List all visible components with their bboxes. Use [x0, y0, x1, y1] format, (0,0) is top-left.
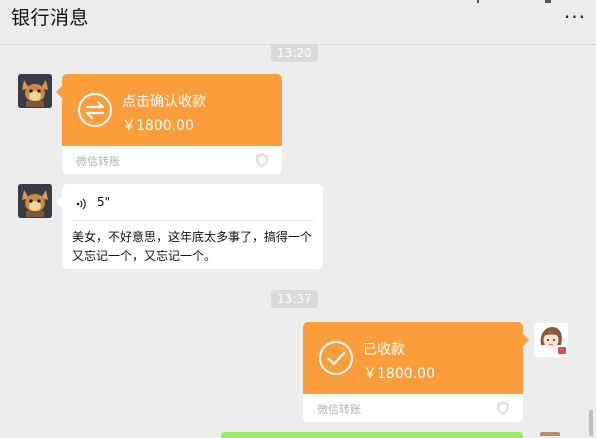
status-mark	[477, 0, 479, 3]
shield-icon	[256, 153, 268, 167]
contact-avatar[interactable]	[18, 74, 52, 108]
transfer-amount: ￥1800.00	[363, 366, 435, 382]
voice-duration: 5"	[97, 195, 111, 209]
my-avatar[interactable]	[533, 322, 569, 358]
transfer-card-pending[interactable]: 点击确认收款 ￥1800.00 微信转账	[62, 74, 282, 174]
status-mark	[545, 0, 551, 3]
transfer-card-body[interactable]: 点击确认收款 ￥1800.00	[62, 74, 282, 146]
transfer-arrows-icon	[78, 93, 112, 127]
chat-header: 银行消息 ···	[0, 0, 596, 45]
chat-title: 银行消息	[11, 7, 90, 29]
message-bubble[interactable]: 5" 美女，不好意思，这年底太多事了，搞得一个又忘记一个，又忘记一个。	[62, 184, 323, 269]
transfer-card-received[interactable]: 已收款 ￥1800.00 微信转账	[303, 322, 523, 422]
scrollbar[interactable]	[589, 410, 593, 436]
girl-avatar-icon	[534, 323, 568, 357]
transfer-status-label: 已收款	[363, 342, 405, 358]
more-options-icon[interactable]: ···	[564, 7, 586, 27]
check-circle-icon	[319, 341, 353, 375]
cat-avatar-icon	[18, 74, 52, 108]
contact-avatar[interactable]	[18, 184, 52, 218]
cat-avatar-icon	[18, 184, 52, 218]
divider	[72, 220, 313, 221]
message-text: 美女，不好意思，这年底太多事了，搞得一个又忘记一个，又忘记一个。	[72, 230, 313, 263]
message-bubble-partial[interactable]	[221, 432, 523, 438]
shield-icon	[497, 401, 509, 415]
timestamp: 13:20	[271, 44, 318, 62]
transfer-card-footer: 微信转账	[62, 146, 282, 174]
transfer-card-footer: 微信转账	[303, 394, 523, 422]
bubble-tail	[523, 334, 529, 346]
transfer-footer-label: 微信转账	[317, 403, 361, 416]
voice-wave-icon	[76, 198, 86, 210]
transfer-amount: ￥1800.00	[122, 118, 194, 134]
transfer-status-label: 点击确认收款	[122, 94, 206, 110]
my-avatar-partial	[540, 432, 560, 436]
transfer-footer-label: 微信转账	[76, 155, 120, 168]
transfer-card-body[interactable]: 已收款 ￥1800.00	[303, 322, 523, 394]
timestamp: 13:37	[271, 290, 318, 308]
